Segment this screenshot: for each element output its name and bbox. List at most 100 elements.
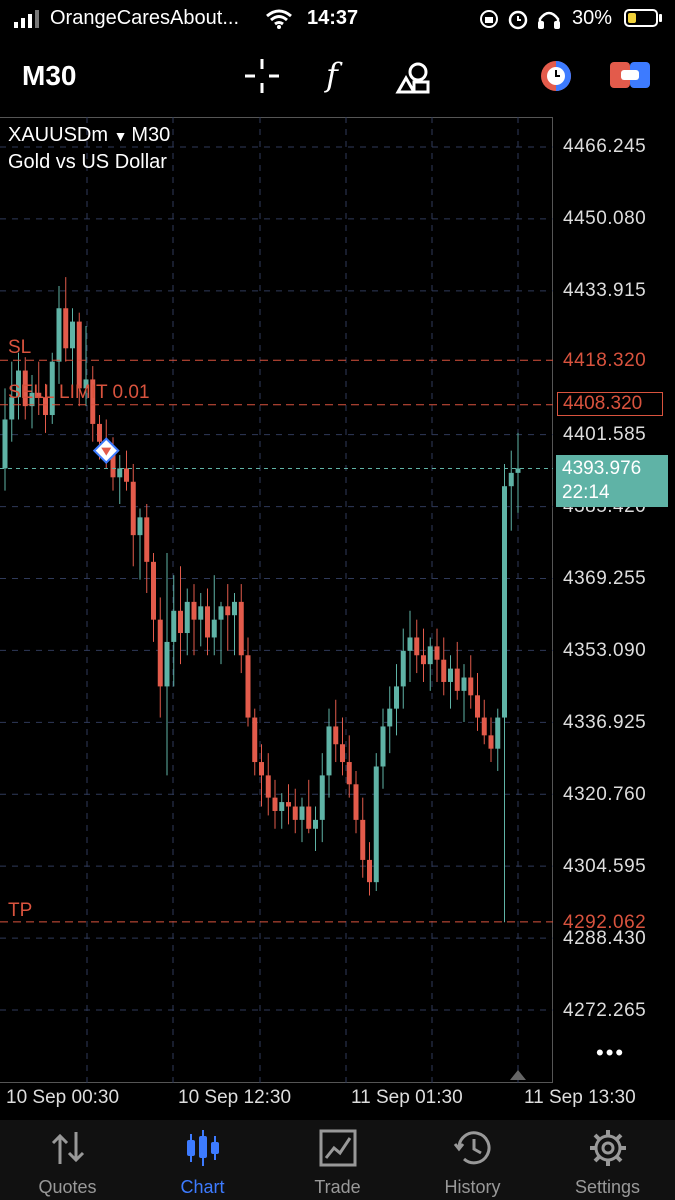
history-clock-icon bbox=[453, 1131, 490, 1165]
settings-gear-icon bbox=[589, 1130, 626, 1166]
crosshair-icon[interactable] bbox=[243, 57, 281, 95]
orientation-lock-icon bbox=[480, 10, 498, 28]
one-click-trading-icon[interactable] bbox=[610, 60, 650, 90]
candle-body bbox=[124, 468, 129, 482]
candle-body bbox=[286, 802, 291, 807]
candle-body bbox=[454, 668, 460, 691]
candle-body bbox=[360, 819, 366, 860]
candle-body bbox=[367, 859, 372, 883]
candle-body bbox=[97, 423, 102, 442]
quotes-arrows-icon bbox=[51, 1132, 84, 1164]
battery-icon bbox=[624, 9, 658, 27]
candle-body bbox=[151, 561, 156, 620]
price-axis-label: 4320.760 bbox=[563, 784, 647, 805]
objects-icon[interactable] bbox=[394, 56, 434, 96]
chart-symbol[interactable]: XAUUSDm ▼ M30 bbox=[8, 124, 170, 147]
tab-trade[interactable]: Trade bbox=[270, 1120, 405, 1200]
candle-body bbox=[414, 637, 420, 656]
time-axis-label: 10 Sep 12:30 bbox=[178, 1087, 292, 1108]
symbol-name: XAUUSDm bbox=[8, 124, 109, 146]
candle-body bbox=[394, 686, 399, 709]
price-axis-label: 4304.595 bbox=[563, 856, 647, 877]
candle-body bbox=[326, 726, 332, 776]
candle-body bbox=[353, 784, 359, 820]
candle-body bbox=[232, 601, 237, 616]
tab-label: History bbox=[444, 1177, 501, 1197]
candle-body bbox=[407, 637, 413, 651]
candle-body bbox=[279, 802, 285, 811]
tab-chart[interactable]: Chart bbox=[135, 1120, 270, 1200]
tab-settings[interactable]: Settings bbox=[540, 1120, 675, 1200]
sell-limit-price-label: 4408.320 bbox=[557, 392, 663, 416]
price-axis-label: 4450.080 bbox=[563, 208, 647, 229]
candle-body bbox=[238, 601, 244, 656]
tab-quotes[interactable]: Quotes bbox=[0, 1120, 135, 1200]
candle-body bbox=[387, 708, 393, 727]
candle-body bbox=[448, 668, 453, 682]
chart-canvas[interactable] bbox=[0, 117, 553, 1083]
candle-body bbox=[117, 468, 123, 478]
tab-label: Settings bbox=[574, 1177, 641, 1197]
price-axis-label: 4336.925 bbox=[563, 712, 647, 733]
status-bar: OrangeCaresAbout... 14:37 30% bbox=[0, 0, 675, 40]
candle-body bbox=[184, 601, 190, 634]
trade-timer-icon[interactable] bbox=[536, 58, 576, 94]
candle-body bbox=[441, 659, 447, 682]
wifi-icon bbox=[266, 9, 292, 29]
tab-history[interactable]: History bbox=[405, 1120, 540, 1200]
candle-body bbox=[178, 610, 183, 634]
symbol-timeframe: M30 bbox=[131, 124, 171, 146]
candle-body bbox=[259, 762, 264, 776]
candle-body bbox=[144, 517, 150, 562]
time-axis-label: 11 Sep 13:30 bbox=[524, 1087, 636, 1108]
candle-body bbox=[245, 655, 251, 718]
time-axis-label: 10 Sep 00:30 bbox=[6, 1087, 120, 1108]
candle-body bbox=[130, 481, 136, 536]
candle-body bbox=[346, 762, 352, 785]
candle-body bbox=[198, 606, 204, 620]
trade-chart-icon bbox=[319, 1129, 356, 1167]
candle-body bbox=[2, 419, 8, 469]
tp-line-label[interactable]: TP bbox=[8, 900, 32, 922]
candle-body bbox=[340, 744, 345, 763]
chart-candles-icon bbox=[186, 1130, 219, 1166]
price-axis-label: 4401.585 bbox=[563, 424, 647, 445]
candle-body bbox=[306, 806, 312, 829]
sell-limit-line-label[interactable]: SELL LIMIT 0.01 bbox=[8, 382, 150, 404]
candle-body bbox=[495, 717, 501, 749]
candle-body bbox=[218, 606, 224, 620]
timeframe-button[interactable]: M30 bbox=[22, 60, 76, 92]
candle-body bbox=[63, 308, 69, 349]
headphones-icon bbox=[538, 11, 560, 29]
current-price: 4393.976 bbox=[562, 458, 642, 479]
current-price-tag: 4393.976 22:14 bbox=[556, 455, 668, 507]
svg-text:f: f bbox=[324, 56, 343, 94]
candle-body bbox=[211, 619, 217, 638]
candle-body bbox=[205, 606, 210, 638]
sl-line-label[interactable]: SL bbox=[8, 337, 31, 359]
candle-body bbox=[313, 819, 318, 829]
candle-body bbox=[333, 726, 339, 745]
candle-body bbox=[76, 321, 82, 389]
candle-body bbox=[56, 308, 62, 362]
candle-body bbox=[191, 601, 197, 620]
candle-body bbox=[70, 321, 75, 349]
battery-percent: 30% bbox=[572, 7, 613, 29]
candle-body bbox=[137, 517, 143, 536]
price-axis-label: 4353.090 bbox=[563, 640, 647, 661]
tab-label: Trade bbox=[314, 1177, 361, 1197]
candle-body bbox=[461, 677, 467, 691]
sl-price-label: 4418.320 bbox=[563, 350, 647, 371]
candle-body bbox=[252, 717, 258, 763]
candle-body bbox=[515, 468, 521, 473]
indicator-f-icon[interactable]: f bbox=[322, 56, 352, 96]
tab-label: Chart bbox=[180, 1177, 225, 1197]
current-bar-marker-icon bbox=[510, 1070, 526, 1080]
candle-body bbox=[319, 775, 325, 820]
candle-body bbox=[502, 486, 507, 718]
tab-label: Quotes bbox=[38, 1177, 97, 1197]
price-axis-label: 4433.915 bbox=[563, 280, 647, 301]
more-dots-icon[interactable]: ••• bbox=[596, 1040, 625, 1066]
candle-body bbox=[488, 735, 494, 749]
carrier-name: OrangeCaresAbout... bbox=[50, 7, 239, 29]
